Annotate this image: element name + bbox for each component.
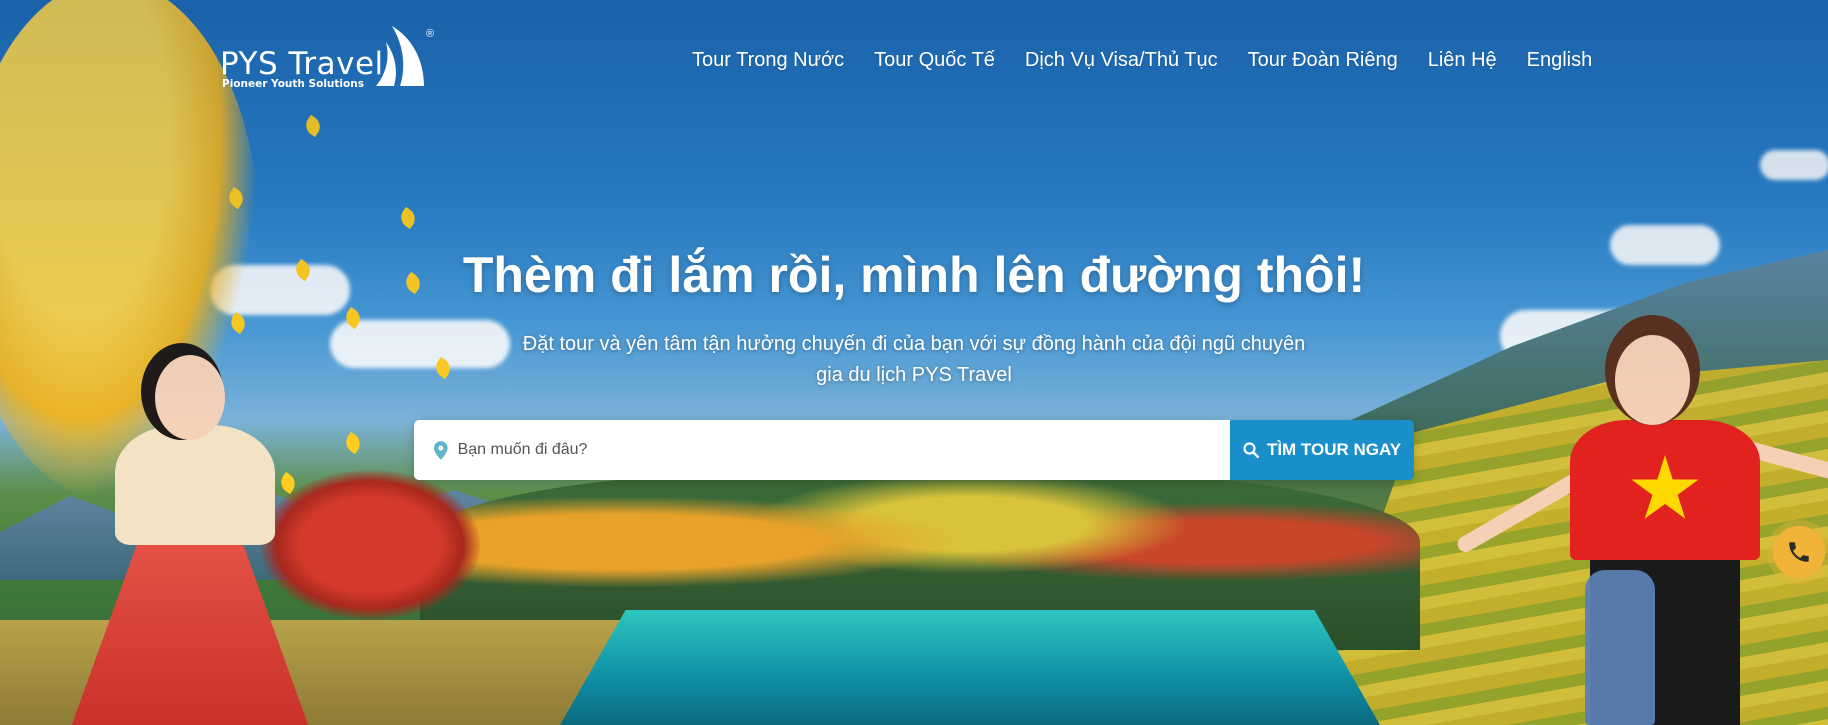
location-pin-icon: [434, 440, 448, 460]
sail-icon: [376, 26, 424, 86]
search-tour-button-label: TÌM TOUR NGAY: [1266, 440, 1402, 459]
logo[interactable]: PYS Travel Pioneer Youth Solutions ®: [220, 22, 440, 92]
logo-tagline: Pioneer Youth Solutions: [222, 78, 364, 90]
search-tour-button[interactable]: TÌM TOUR NGAY: [1230, 420, 1414, 480]
phone-icon: [1789, 542, 1809, 562]
nav-item-domestic-tour[interactable]: Tour Trong Nước: [692, 49, 844, 72]
search-icon: [1243, 442, 1259, 458]
destination-input[interactable]: [457, 441, 1230, 459]
nav-item-english[interactable]: English: [1527, 49, 1593, 72]
nav-item-private-group-tour[interactable]: Tour Đoàn Riêng: [1248, 49, 1398, 72]
nav-item-contact[interactable]: Liên Hệ: [1428, 49, 1497, 72]
destination-field[interactable]: [414, 420, 1230, 480]
tour-search-form: TÌM TOUR NGAY: [414, 420, 1414, 480]
main-nav: Tour Trong Nước Tour Quốc Tế Dịch Vụ Vis…: [692, 49, 1592, 72]
nav-item-international-tour[interactable]: Tour Quốc Tế: [874, 49, 995, 72]
registered-mark: ®: [426, 28, 435, 40]
logo-text: PYS Travel: [220, 46, 384, 82]
nav-item-visa-services[interactable]: Dịch Vụ Visa/Thủ Tục: [1025, 49, 1218, 72]
hero-subline: Đặt tour và yên tâm tận hưởng chuyến đi …: [522, 333, 1306, 386]
hero-headline: Thèm đi lắm rồi, mình lên đường thôi!: [462, 247, 1366, 303]
call-button[interactable]: [1773, 526, 1825, 578]
